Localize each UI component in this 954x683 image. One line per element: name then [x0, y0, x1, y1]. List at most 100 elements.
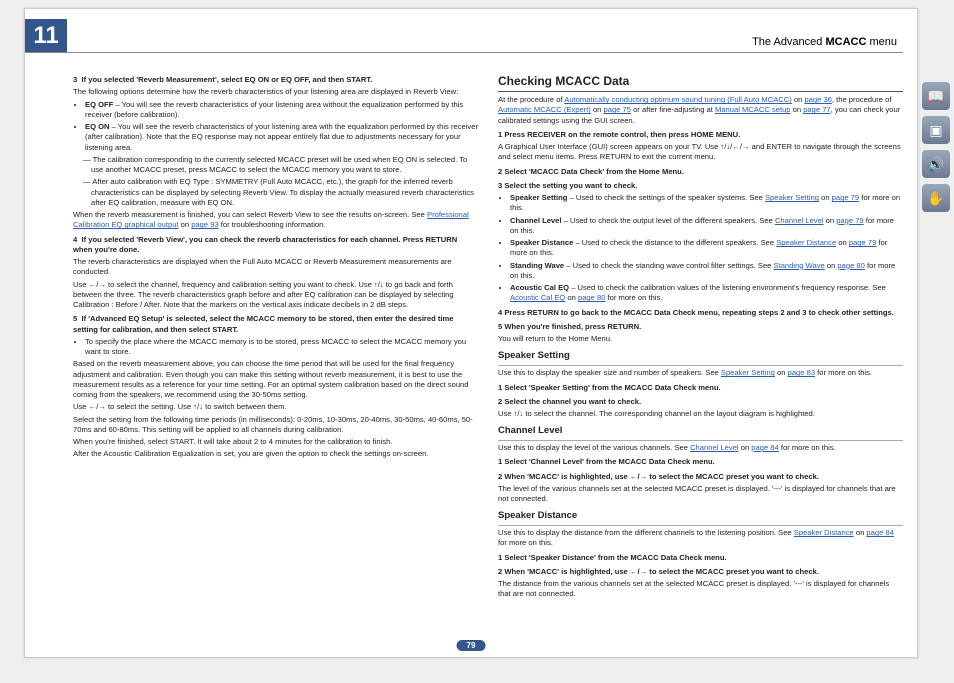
text: – Used to check the output level of the … — [561, 216, 774, 225]
opt-eq-on: EQ ON – You will see the reverb characte… — [85, 122, 478, 153]
link-page-77[interactable]: page 77 — [803, 105, 830, 114]
text: – Used to check the distance to the diff… — [573, 238, 776, 247]
text: When the reverb measurement is finished,… — [73, 210, 427, 219]
link-speaker-distance-2[interactable]: Speaker Distance — [794, 528, 854, 537]
book-icon[interactable]: 📖 — [922, 82, 950, 110]
label: Speaker Distance — [510, 238, 573, 247]
heading-channel-level: Channel Level — [498, 425, 903, 441]
step3-intro: The following options determine how the … — [73, 87, 478, 97]
step-title: Select the setting you want to check. — [504, 181, 637, 190]
link-page[interactable]: page 79 — [836, 216, 863, 225]
item-acoustic-cal-eq: Acoustic Cal EQ – Used to check the cali… — [510, 283, 903, 304]
channel-level-intro: Use this to display the level of the var… — [498, 443, 903, 453]
step-5: 5 If 'Advanced EQ Setup' is selected, se… — [73, 314, 478, 335]
sd-step1: 1 Select 'Speaker Distance' from the MCA… — [498, 553, 903, 563]
link-auto-mcacc-expert[interactable]: Automatic MCACC (Expert) — [498, 105, 591, 114]
cstep5-p: You will return to the Home Menu. — [498, 334, 903, 344]
content-columns: 3 If you selected 'Reverb Measurement', … — [73, 71, 903, 627]
text: for more on this. — [779, 443, 836, 452]
text: Use this to display the distance from th… — [498, 528, 794, 537]
item-speaker-distance: Speaker Distance – Used to check the dis… — [510, 238, 903, 259]
ss-step2-p: Use ↑/↓ to select the channel. The corre… — [498, 409, 903, 419]
speaker-icon[interactable]: 🔊 — [922, 150, 950, 178]
link-channel-level[interactable]: Channel Level — [775, 216, 824, 225]
speaker-setting-intro: Use this to display the speaker size and… — [498, 368, 903, 378]
text: – Used to check the calibration values o… — [569, 283, 886, 292]
step-num: 4 — [73, 235, 77, 244]
link-standing-wave[interactable]: Standing Wave — [774, 261, 825, 270]
step-num: 4 — [498, 308, 502, 317]
link-page[interactable]: page 79 — [832, 193, 859, 202]
page-number-badge: 79 — [457, 640, 486, 651]
step-4: 4 If you selected 'Reverb View', you can… — [73, 235, 478, 256]
label: EQ ON — [85, 122, 109, 131]
text: for more on this. — [815, 368, 872, 377]
link-full-auto-mcacc[interactable]: Automatically conducting optimum sound t… — [564, 95, 792, 104]
link-page-83[interactable]: page 83 — [788, 368, 815, 377]
text: for more on this. — [605, 293, 662, 302]
link-page[interactable]: page 79 — [849, 238, 876, 247]
device-icon[interactable]: ▣ — [922, 116, 950, 144]
step-num: 2 — [498, 472, 502, 481]
header-prefix: The Advanced — [752, 36, 825, 48]
step5-p1: Based on the reverb measurement above, y… — [73, 359, 478, 400]
step5-bullet: To specify the place where the MCACC mem… — [85, 337, 478, 358]
text: , the procedure of — [832, 95, 892, 104]
side-icon-strip: 📖 ▣ 🔊 ✋ — [922, 82, 950, 212]
link-page-84b[interactable]: page 84 — [866, 528, 893, 537]
text: – You will see the reverb characteristic… — [85, 122, 478, 152]
link-page[interactable]: page 80 — [578, 293, 605, 302]
link-page-75[interactable]: page 75 — [604, 105, 631, 114]
step-title: Select 'Channel Level' from the MCACC Da… — [504, 457, 714, 466]
link-speaker-setting[interactable]: Speaker Setting — [765, 193, 819, 202]
step5-p3: Select the setting from the following ti… — [73, 415, 478, 436]
left-column: 3 If you selected 'Reverb Measurement', … — [73, 71, 478, 627]
text: Use this to display the level of the var… — [498, 443, 690, 452]
link-page-93[interactable]: page 93 — [191, 220, 218, 229]
step-num: 3 — [73, 75, 77, 84]
text: for more on this. — [498, 538, 553, 547]
cstep-5: 5 When you're finished, press RETURN. — [498, 322, 903, 332]
step3-options: EQ OFF – You will see the reverb charact… — [85, 100, 478, 153]
label: Standing Wave — [510, 261, 564, 270]
link-manual-mcacc[interactable]: Manual MCACC setup — [715, 105, 791, 114]
link-channel-level-2[interactable]: Channel Level — [690, 443, 739, 452]
link-page-84[interactable]: page 84 — [751, 443, 778, 452]
cstep-3: 3 Select the setting you want to check. — [498, 181, 903, 191]
step5-p2: Use ←/→ to select the setting. Use ↑/↓ t… — [73, 402, 478, 412]
manual-page: 11 The Advanced MCACC menu 3 If you sele… — [24, 8, 918, 658]
text: – You will see the reverb characteristic… — [85, 100, 463, 119]
step-3: 3 If you selected 'Reverb Measurement', … — [73, 75, 478, 85]
step-num: 1 — [498, 130, 502, 139]
cstep1-p: A Graphical User Interface (GUI) screen … — [498, 142, 903, 163]
right-column: Checking MCACC Data At the procedure of … — [498, 71, 903, 627]
check-intro: At the procedure of Automatically conduc… — [498, 95, 903, 126]
link-acoustic-cal-eq[interactable]: Acoustic Cal EQ — [510, 293, 565, 302]
text: At the procedure of — [498, 95, 564, 104]
step3-after: When the reverb measurement is finished,… — [73, 210, 478, 231]
link-page[interactable]: page 80 — [837, 261, 864, 270]
step3-dash2: — After auto calibration with EQ Type : … — [83, 177, 478, 208]
step-title: When 'MCACC' is highlighted, use ←/→ to … — [504, 567, 819, 576]
item-standing-wave: Standing Wave – Used to check the standi… — [510, 261, 903, 282]
link-speaker-distance[interactable]: Speaker Distance — [776, 238, 836, 247]
step-title: If 'Advanced EQ Setup' is selected, sele… — [73, 314, 453, 333]
step-num: 3 — [498, 181, 502, 190]
sd-step2-p: The distance from the various channels s… — [498, 579, 903, 600]
cstep3-items: Speaker Setting – Used to check the sett… — [510, 193, 903, 304]
support-icon[interactable]: ✋ — [922, 184, 950, 212]
cl-step2: 2 When 'MCACC' is highlighted, use ←/→ t… — [498, 472, 903, 482]
link-page-36[interactable]: page 36 — [804, 95, 831, 104]
step-title: If you selected 'Reverb Measurement', se… — [81, 75, 372, 84]
step5-p4: When you're finished, select START. It w… — [73, 437, 478, 447]
heading-speaker-setting: Speaker Setting — [498, 350, 903, 366]
header-bold: MCACC — [825, 36, 866, 48]
step-title: When you're finished, press RETURN. — [504, 322, 641, 331]
text: Use this to display the speaker size and… — [498, 368, 721, 377]
cstep-4: 4 Press RETURN to go back to the MCACC D… — [498, 308, 903, 318]
text: on — [181, 220, 192, 229]
link-speaker-setting-2[interactable]: Speaker Setting — [721, 368, 775, 377]
step-title: If you selected 'Reverb View', you can c… — [73, 235, 457, 254]
step-title: Select 'Speaker Distance' from the MCACC… — [504, 553, 726, 562]
step-num: 5 — [498, 322, 502, 331]
